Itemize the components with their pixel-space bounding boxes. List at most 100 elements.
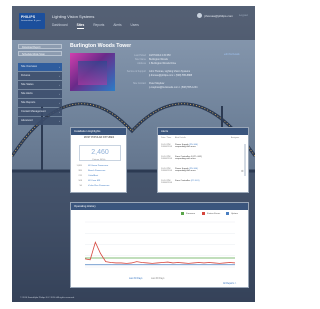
- sidebar-item-label: Advanced: [21, 119, 33, 122]
- tab-users[interactable]: Users: [131, 23, 139, 29]
- user-email: jthomas@philips.com: [204, 13, 233, 18]
- chevron-right-icon: ›: [59, 65, 60, 69]
- alerts-panel: Alerts Date / Time Alert Details Assigne…: [157, 127, 249, 193]
- fixture-count: 211: [78, 175, 83, 177]
- logout-link[interactable]: Logout: [239, 13, 248, 17]
- sidebar-item-label: Site Overview: [21, 65, 37, 68]
- last-90-days-link[interactable]: Last 90 Days: [151, 278, 164, 280]
- detail-key: Site Name: [134, 58, 146, 61]
- avatar: [197, 13, 203, 18]
- sidebar-item-label: Site Status: [21, 83, 34, 86]
- alert-subtext: responding with error: [175, 158, 196, 160]
- alert-device-link[interactable]: (ZC-001): [191, 180, 200, 182]
- chevron-right-icon: ›: [59, 110, 60, 114]
- all-reports-link[interactable]: All Reports >: [223, 283, 236, 285]
- table-row[interactable]: 10:14 PM 10/06/2014 Power Supply (PS-100)…: [161, 168, 198, 172]
- table-row[interactable]: 10:14 PM 10/06/2014 Zone Controller 4 (ZC…: [161, 156, 202, 160]
- detail-value: Burlington Woods: [149, 58, 168, 61]
- column-header: Assignee: [231, 137, 240, 139]
- fixture-count: 1,820: [76, 165, 82, 167]
- detail-site-name: Site Name Burlington Woods: [120, 58, 168, 61]
- legend-swatch: [202, 212, 205, 215]
- detail-value[interactable]: jt.thomas@philips.com t. (508) 555-8888: [149, 74, 192, 77]
- detail-address: Address 1 Burlington Woods Drive: [120, 62, 176, 65]
- sidebar-item-label: Site Alerts: [21, 92, 33, 95]
- fixture-count: 320: [78, 170, 82, 172]
- list-item: 109 iW Cove MX: [75, 180, 100, 182]
- legend-swatch: [226, 212, 229, 215]
- page-title: Burlington Woods Tower: [70, 43, 132, 49]
- legend-firmware: Firmware: [181, 212, 195, 215]
- installation-highlights-panel: Installation Highlights MOST POPULAR FIX…: [70, 127, 127, 193]
- panel-title: Operating History: [71, 203, 248, 210]
- alert-text: Zone Controller: [175, 180, 191, 182]
- alert-date: 10/06/2014: [161, 158, 172, 160]
- detail-key: Address: [137, 62, 146, 65]
- download-report-button[interactable]: Download Report: [18, 44, 62, 49]
- detail-service-contact: jt.thomas@philips.com t. (508) 555-8888: [120, 74, 192, 77]
- chevron-right-icon: ›: [59, 119, 60, 123]
- chevron-right-icon: ›: [59, 74, 60, 78]
- sidebar-item-site-reports[interactable]: Site Reports ›: [18, 99, 62, 107]
- tab-sites[interactable]: Sites: [76, 23, 85, 29]
- edit-details-link[interactable]: edit this Details: [224, 54, 240, 56]
- fixture-link[interactable]: Reach Powercore: [88, 170, 105, 172]
- sidebar-item-site-alerts[interactable]: Site Alerts ›: [18, 90, 62, 98]
- app-title: Lighting Vision Systems: [52, 14, 95, 19]
- sidebar-item-label: Site Reports: [21, 101, 36, 104]
- chevron-right-icon: ›: [59, 92, 60, 96]
- chevron-right-icon: ›: [59, 101, 60, 105]
- detail-value: 1 Burlington Woods Drive: [149, 62, 177, 65]
- legend-label: Fixture Errors: [207, 212, 221, 215]
- legend-label: Firmware: [186, 212, 196, 215]
- column-header: Date / Time: [161, 137, 172, 139]
- series-line-fixture-errors: [84, 241, 236, 264]
- legend-fixture-errors: Fixture Errors: [202, 212, 220, 215]
- last-30-days-link[interactable]: Last 30 Days: [129, 278, 142, 280]
- detail-key: Service & Support: [126, 70, 146, 73]
- tab-alerts[interactable]: Alerts: [113, 23, 121, 29]
- legend-uptime: Uptime: [226, 212, 238, 215]
- philips-logo[interactable]: PHILIPS Innovation & you: [19, 13, 45, 29]
- list-item: 211 ColorBlast: [75, 175, 99, 177]
- fixture-link[interactable]: iW Graze Powercore: [88, 165, 108, 167]
- detail-last-polled: Last Polled 10/07/2014 2:30 PM: [120, 54, 171, 57]
- detail-value[interactable]: p.maybow@burlwoods.com t. (508) 555-1234: [149, 86, 197, 89]
- alert-date: 10/06/2014: [161, 170, 172, 172]
- tab-dashboard[interactable]: Dashboard: [52, 23, 68, 29]
- user-menu[interactable]: jthomas@philips.com: [197, 13, 233, 18]
- footer-copyright: © 2014 Koninklijke Philips N.V. 2014. Al…: [20, 297, 75, 299]
- legend-swatch: [181, 212, 184, 215]
- column-header: Alert Details: [175, 137, 186, 139]
- alert-date: 10/06/2014: [161, 182, 172, 184]
- chevron-right-icon: ›: [59, 83, 60, 87]
- table-row[interactable]: 10:14 PM 10/06/2014 Power Supply (PS-100)…: [161, 144, 198, 148]
- detail-value: Peter Maybow: [149, 82, 165, 85]
- fixture-link[interactable]: iW Cove MX: [88, 180, 100, 182]
- sidebar-item-advanced[interactable]: Advanced ›: [18, 117, 62, 125]
- sidebar-item-site-status[interactable]: Site Status ›: [18, 81, 62, 89]
- alert-subtext: responding with error: [175, 170, 196, 172]
- site-thumbnail: [70, 53, 115, 91]
- fixture-count-label: Fixture SKUs: [92, 159, 106, 161]
- detail-site-contact: Site Contact Peter Maybow: [120, 82, 164, 85]
- detail-key: Last Polled: [134, 54, 146, 57]
- alert-subtext: responding with error: [175, 146, 196, 148]
- fixture-link[interactable]: iColor Flex Powercore: [88, 185, 110, 187]
- detail-service-support: Service & Support John Thomas, Lighting V…: [120, 70, 190, 73]
- schedule-scan-button[interactable]: Schedule Mode Scan: [18, 51, 62, 56]
- sidebar-item-site-overview[interactable]: Site Overview ›: [18, 63, 62, 71]
- alerts-scrollbar[interactable]: [244, 144, 246, 176]
- legend-label: Uptime: [231, 212, 238, 215]
- detail-value: 10/07/2014 2:30 PM: [149, 54, 171, 57]
- tab-reports[interactable]: Reports: [93, 23, 104, 29]
- sidebar-item-label: Contact Management: [21, 110, 46, 113]
- table-row[interactable]: 10:14 PM 10/06/2014 Zone Controller (ZC-0…: [161, 180, 199, 184]
- sidebar-item-contact-management[interactable]: Contact Management ›: [18, 108, 62, 116]
- operating-history-panel: Operating History Firmware Fixture Error…: [70, 202, 249, 288]
- fixture-link[interactable]: ColorBlast: [88, 175, 98, 177]
- sidebar-item-label: Fixtures: [21, 74, 31, 77]
- sidebar-item-fixtures[interactable]: Fixtures ›: [18, 72, 62, 80]
- top-bar: PHILIPS Innovation & you Lighting Vision…: [12, 6, 255, 40]
- main-nav: Dashboard Sites Reports Alerts Users: [52, 23, 139, 29]
